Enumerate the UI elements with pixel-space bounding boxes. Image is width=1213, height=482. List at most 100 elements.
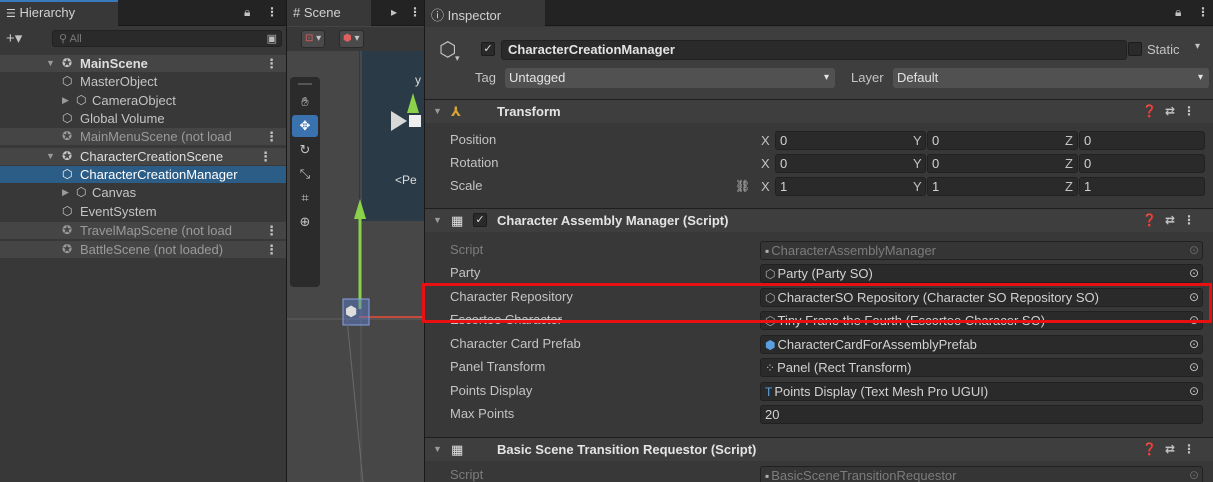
scale-x-field[interactable]: X1 (761, 177, 926, 196)
lock-icon[interactable]: 🔒︎ (1175, 5, 1181, 20)
preset-icon[interactable]: ⇄ (1165, 442, 1183, 456)
search-filter-icon[interactable]: ▣ (267, 32, 277, 45)
constrain-proportions-icon[interactable]: ⛓ (735, 175, 750, 197)
lock-icon[interactable]: 🔒︎ (244, 5, 250, 20)
hierarchy-search-input[interactable]: ⚲ All ▣ (52, 30, 282, 47)
help-icon[interactable]: ❓ (1142, 442, 1165, 456)
hierarchy-row-masterobject[interactable]: ⬡ MasterObject (0, 73, 286, 90)
kebab-menu-icon[interactable]: ⋮ (265, 222, 278, 239)
rect-tool-icon[interactable]: ⌗ (292, 187, 318, 209)
kebab-menu-icon[interactable]: ⋮ (265, 55, 278, 72)
rotate-tool-icon[interactable]: ↻ (292, 139, 318, 161)
tag-dropdown[interactable]: Untagged ▾ (505, 68, 835, 88)
hierarchy-row-cameraobject[interactable]: ▶ ⬡ CameraObject (0, 92, 286, 109)
party-field[interactable]: ⬡ Party (Party SO) ⊙ (760, 264, 1203, 283)
kebab-menu-icon[interactable]: ⋮ (1183, 442, 1203, 456)
transition-requestor-component-header[interactable]: ▼ ▦ Basic Scene Transition Requestor (Sc… (425, 437, 1213, 461)
position-z-value[interactable]: 0 (1079, 131, 1205, 150)
expand-arrow-icon[interactable]: ▶ (62, 184, 69, 201)
gizmo-axis-label: y (415, 73, 421, 87)
assembly-manager-component-header[interactable]: ▼ ▦ ✓ Character Assembly Manager (Script… (425, 208, 1213, 232)
icon-dropdown-arrow[interactable]: ▾ (455, 53, 460, 64)
panel-transform-field[interactable]: ⁘ Panel (Rect Transform) ⊙ (760, 358, 1203, 377)
scale-z-value[interactable]: 1 (1079, 177, 1205, 196)
fold-arrow-icon[interactable]: ▼ (433, 438, 442, 461)
kebab-menu-icon[interactable]: ⋮ (1197, 5, 1209, 19)
move-tool-icon[interactable]: ✥ (292, 115, 318, 137)
object-picker-icon[interactable]: ⊙ (1189, 336, 1199, 353)
scale-x-value[interactable]: 1 (775, 177, 926, 196)
kebab-menu-icon[interactable]: ⋮ (1183, 104, 1203, 118)
scale-y-field[interactable]: Y1 (913, 177, 1078, 196)
position-x-value[interactable]: 0 (775, 131, 926, 150)
max-points-field[interactable]: 20 (760, 405, 1203, 424)
expand-arrow-icon[interactable]: ▼ (46, 55, 55, 72)
scale-z-field[interactable]: Z1 (1065, 177, 1205, 196)
tab-inspector[interactable]: ⓘ Inspector (425, 0, 545, 26)
tab-scene[interactable]: # Scene (287, 0, 371, 26)
tab-hierarchy[interactable]: ☰ Hierarchy (0, 0, 118, 26)
rotation-y-field[interactable]: Y0 (913, 154, 1078, 173)
object-picker-icon[interactable]: ⊙ (1189, 312, 1199, 329)
kebab-menu-icon[interactable]: ⋮ (265, 128, 278, 145)
perspective-label[interactable]: <Pe (395, 173, 417, 187)
position-y-field[interactable]: Y0 (913, 131, 1078, 150)
active-checkbox[interactable]: ✓ (481, 42, 495, 56)
points-display-field[interactable]: T Points Display (Text Mesh Pro UGUI) ⊙ (760, 382, 1203, 401)
hierarchy-row-mainscene[interactable]: ▼ ✪ MainScene ⋮ (0, 55, 286, 72)
object-picker-icon[interactable]: ⊙ (1189, 289, 1199, 306)
hierarchy-row-battlescene[interactable]: ✪ BattleScene (not loaded) ⋮ (0, 241, 286, 258)
preset-icon[interactable]: ⇄ (1165, 213, 1183, 227)
scale-tool-icon[interactable]: ⤡ (292, 163, 318, 185)
hierarchy-row-travelmapscene[interactable]: ✪ TravelMapScene (not load ⋮ (0, 222, 286, 239)
hierarchy-row-eventsystem[interactable]: ⬡ EventSystem (0, 203, 286, 220)
rotation-y-value[interactable]: 0 (927, 154, 1078, 173)
component-enabled-checkbox[interactable]: ✓ (473, 213, 487, 227)
kebab-menu-icon[interactable]: ⋮ (409, 5, 421, 19)
preset-icon[interactable]: ⇄ (1165, 104, 1183, 118)
rotation-x-value[interactable]: 0 (775, 154, 926, 173)
kebab-menu-icon[interactable]: ⋮ (266, 5, 278, 19)
play-icon[interactable]: ▸ (391, 5, 397, 19)
fold-arrow-icon[interactable]: ▼ (433, 100, 442, 123)
transform-tool-icon[interactable]: ⊕ (292, 211, 318, 233)
position-y-value[interactable]: 0 (927, 131, 1078, 150)
character-repository-field[interactable]: ⬡ CharacterSO Repository (Character SO Re… (760, 288, 1203, 307)
hierarchy-row-charactercreationmanager[interactable]: ⬡ CharacterCreationManager (0, 166, 286, 183)
layer-dropdown[interactable]: Default ▾ (893, 68, 1209, 88)
escortee-character-field[interactable]: ⬡ Tiny Frane the Fourth (Escortee Charace… (760, 311, 1203, 330)
position-x-field[interactable]: X0 (761, 131, 926, 150)
search-placeholder: All (69, 33, 82, 45)
character-card-prefab-field[interactable]: ⬢ CharacterCardForAssemblyPrefab ⊙ (760, 335, 1203, 354)
rotation-z-field[interactable]: Z0 (1065, 154, 1205, 173)
scale-y-value[interactable]: 1 (927, 177, 1078, 196)
hierarchy-row-charactercreationscene[interactable]: ▼ ✪ CharacterCreationScene ⋮ (0, 148, 286, 165)
scene-viewport[interactable]: y <Pe ⬢ ✋︎ ✥ ↻ ⤡ ⌗ ⊕ (287, 51, 424, 482)
help-icon[interactable]: ❓ (1142, 213, 1165, 227)
hierarchy-row-globalvolume[interactable]: ⬡ Global Volume (0, 110, 286, 127)
object-picker-icon[interactable]: ⊙ (1189, 359, 1199, 376)
object-picker-icon[interactable]: ⊙ (1189, 383, 1199, 400)
hand-tool-icon[interactable]: ✋︎ (292, 91, 318, 113)
draw-mode-dropdown[interactable]: ⊡ ▾ (301, 30, 326, 48)
expand-arrow-icon[interactable]: ▶ (62, 92, 69, 109)
expand-arrow-icon[interactable]: ▼ (46, 148, 55, 165)
rotation-x-field[interactable]: X0 (761, 154, 926, 173)
kebab-menu-icon[interactable]: ⋮ (259, 148, 272, 165)
help-icon[interactable]: ❓ (1142, 104, 1165, 118)
hierarchy-row-mainmenuscene[interactable]: ✪ MainMenuScene (not load ⋮ (0, 128, 286, 145)
gizmo-mode-dropdown[interactable]: ⬢ ▾ (339, 30, 364, 48)
kebab-menu-icon[interactable]: ⋮ (265, 241, 278, 258)
static-checkbox[interactable] (1128, 42, 1142, 56)
static-label[interactable]: Static (1147, 42, 1180, 57)
position-z-field[interactable]: Z0 (1065, 131, 1205, 150)
fold-arrow-icon[interactable]: ▼ (433, 209, 442, 232)
create-plus-icon[interactable]: +▾ (6, 29, 22, 47)
static-dropdown-arrow-icon[interactable]: ▾ (1195, 41, 1200, 52)
rotation-z-value[interactable]: 0 (1079, 154, 1205, 173)
object-name-field[interactable]: CharacterCreationManager (501, 40, 1127, 60)
hierarchy-row-canvas[interactable]: ▶ ⬡ Canvas (0, 184, 286, 201)
object-picker-icon[interactable]: ⊙ (1189, 265, 1199, 282)
transform-component-header[interactable]: ▼ ⅄ Transform ❓⇄⋮ (425, 99, 1213, 123)
kebab-menu-icon[interactable]: ⋮ (1183, 213, 1203, 227)
